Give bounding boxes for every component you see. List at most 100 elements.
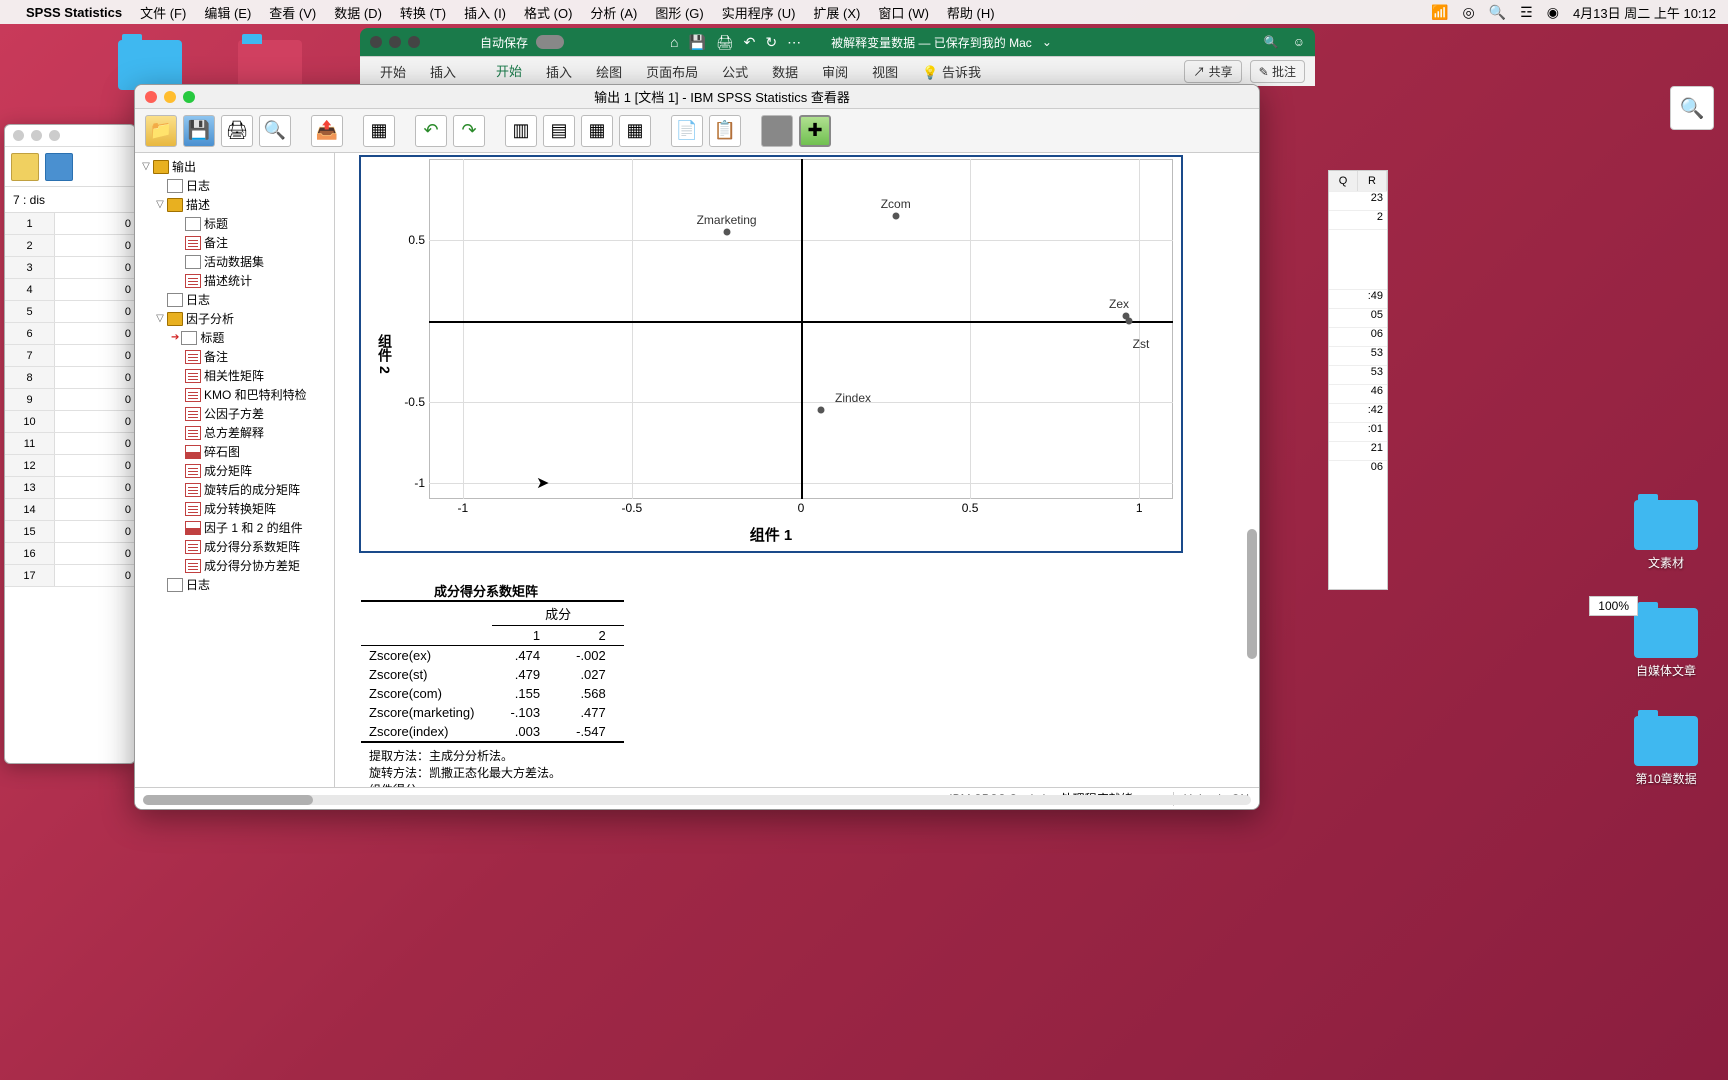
tree-root[interactable]: 输出 xyxy=(172,158,196,175)
user-icon[interactable]: ◎ xyxy=(1463,4,1475,21)
redo-button[interactable]: ↷ xyxy=(453,115,485,147)
menu-view[interactable]: 查看 (V) xyxy=(269,3,316,22)
cell[interactable]: 53 xyxy=(1329,366,1387,384)
tree-item[interactable]: 碎石图 xyxy=(204,443,240,460)
menu-format[interactable]: 格式 (O) xyxy=(524,3,572,22)
traffic-lights[interactable] xyxy=(370,36,420,48)
cell[interactable]: 06 xyxy=(1329,461,1387,479)
scrollbar-v[interactable] xyxy=(1247,173,1257,767)
smiley-icon[interactable]: ☺ xyxy=(1293,35,1305,49)
menu-insert[interactable]: 插入 (I) xyxy=(464,3,506,22)
tab-insert[interactable]: 插入 xyxy=(536,58,582,85)
open-icon[interactable] xyxy=(11,153,39,181)
tree-item[interactable]: 描述统计 xyxy=(204,272,252,289)
tree-item[interactable]: 总方差解释 xyxy=(204,424,264,441)
tree-item[interactable]: 备注 xyxy=(204,348,228,365)
redo-icon[interactable]: ↻ xyxy=(765,34,777,51)
dropdown-icon[interactable]: ⌄ xyxy=(1042,35,1052,49)
tell-me[interactable]: 💡 告诉我 xyxy=(912,58,991,85)
tab-draw[interactable]: 绘图 xyxy=(586,58,632,85)
output-content[interactable]: 组件 2 xyxy=(335,153,1259,787)
tree-log[interactable]: 日志 xyxy=(186,576,210,593)
tab-review[interactable]: 审阅 xyxy=(812,58,858,85)
share-button[interactable]: ↗ 共享 xyxy=(1184,60,1241,83)
search-icon[interactable]: 🔍 xyxy=(1489,4,1506,21)
tab-data[interactable]: 数据 xyxy=(762,58,808,85)
tree-item[interactable]: 标题 xyxy=(204,215,228,232)
tree-item[interactable]: 相关性矩阵 xyxy=(204,367,264,384)
tree-item[interactable]: 活动数据集 xyxy=(204,253,264,270)
cell[interactable]: 53 xyxy=(1329,347,1387,365)
print-button[interactable]: 🖨 xyxy=(221,115,253,147)
designate-button[interactable] xyxy=(761,115,793,147)
tree-log[interactable]: 日志 xyxy=(186,177,210,194)
data-grid[interactable]: 10 20 30 40 50 60 70 80 90 100 110 120 1… xyxy=(5,213,135,587)
excel-search-button[interactable]: 🔍 xyxy=(1670,86,1714,130)
tab-formulas[interactable]: 公式 xyxy=(712,58,758,85)
cell[interactable]: :49 xyxy=(1329,290,1387,308)
comment-button[interactable]: ✎ 批注 xyxy=(1250,60,1305,83)
menu-transform[interactable]: 转换 (T) xyxy=(400,3,446,22)
tab-layout[interactable]: 页面布局 xyxy=(636,58,708,85)
tree-item[interactable]: 备注 xyxy=(204,234,228,251)
wifi-icon[interactable]: 📶 xyxy=(1431,4,1448,21)
save-button[interactable]: 💾 xyxy=(183,115,215,147)
goto-button[interactable]: ▥ xyxy=(505,115,537,147)
col-header[interactable]: R xyxy=(1358,171,1387,191)
traffic-lights[interactable] xyxy=(5,125,135,147)
menu-window[interactable]: 窗口 (W) xyxy=(878,3,929,22)
control-center-icon[interactable]: ☲ xyxy=(1520,4,1533,21)
cell[interactable]: 46 xyxy=(1329,385,1387,403)
goto-case-button[interactable]: ▤ xyxy=(543,115,575,147)
menu-data[interactable]: 数据 (D) xyxy=(334,3,382,22)
undo-icon[interactable]: ↶ xyxy=(744,34,756,51)
variables-button[interactable]: ▦ xyxy=(581,115,613,147)
print-icon[interactable]: 🖨 xyxy=(716,34,734,51)
app-name[interactable]: SPSS Statistics xyxy=(26,5,122,20)
component-plot[interactable]: 组件 2 xyxy=(359,155,1183,553)
tree-item[interactable]: 成分得分系数矩阵 xyxy=(204,538,300,555)
menu-utilities[interactable]: 实用程序 (U) xyxy=(722,3,796,22)
autosave-toggle[interactable] xyxy=(536,35,564,49)
tab-home[interactable]: 开始 xyxy=(486,57,532,86)
tab-home-left[interactable]: 开始 xyxy=(370,58,416,85)
siri-icon[interactable]: ◉ xyxy=(1547,4,1559,21)
save-icon[interactable] xyxy=(45,153,73,181)
save-icon[interactable]: 💾 xyxy=(688,34,705,51)
cell[interactable]: 23 xyxy=(1329,192,1387,210)
clock[interactable]: 4月13日 周二 上午 10:12 xyxy=(1573,3,1716,22)
insert-button[interactable]: 📄 xyxy=(671,115,703,147)
menu-file[interactable]: 文件 (F) xyxy=(140,3,186,22)
tree-item[interactable]: 旋转后的成分矩阵 xyxy=(204,481,300,498)
tree-item[interactable]: 成分矩阵 xyxy=(204,462,252,479)
cell[interactable]: 06 xyxy=(1329,328,1387,346)
desktop-folder[interactable]: 文素材 xyxy=(1626,500,1706,571)
tree-desc[interactable]: 描述 xyxy=(186,196,210,213)
menu-analyze[interactable]: 分析 (A) xyxy=(590,3,637,22)
undo-button[interactable]: ↶ xyxy=(415,115,447,147)
traffic-lights[interactable] xyxy=(145,91,195,103)
more-icon[interactable]: ⋯ xyxy=(787,34,801,51)
tab-insert-left[interactable]: 插入 xyxy=(420,58,466,85)
menu-graphs[interactable]: 图形 (G) xyxy=(655,3,703,22)
desktop-folder[interactable]: 自媒体文章 xyxy=(1626,608,1706,679)
open-button[interactable]: 📁 xyxy=(145,115,177,147)
cell[interactable]: 21 xyxy=(1329,442,1387,460)
tree-item[interactable]: 成分得分协方差矩 xyxy=(204,557,300,574)
tree-factor[interactable]: 因子分析 xyxy=(186,310,234,327)
coef-score-table[interactable]: 成分得分系数矩阵 成分 12 Zscore(ex).474-.002 Zscor… xyxy=(361,581,1239,787)
col-header[interactable]: Q xyxy=(1329,171,1358,191)
menu-edit[interactable]: 编辑 (E) xyxy=(204,3,251,22)
menu-help[interactable]: 帮助 (H) xyxy=(947,3,995,22)
outline-tree[interactable]: ▽输出 日志 ▽描述 标题 备注 活动数据集 描述统计 日志 ▽因子分析 ➔标题… xyxy=(135,153,335,787)
tree-item[interactable]: 公因子方差 xyxy=(204,405,264,422)
desktop-folder[interactable]: 第10章数据 xyxy=(1626,716,1706,787)
tree-item[interactable]: 成分转换矩阵 xyxy=(204,500,276,517)
tree-item[interactable]: 因子 1 和 2 的组件 xyxy=(204,519,303,536)
cell[interactable]: :42 xyxy=(1329,404,1387,422)
excel-zoom[interactable]: 100% xyxy=(1589,596,1638,616)
tab-view[interactable]: 视图 xyxy=(862,58,908,85)
cell[interactable]: 2 xyxy=(1329,211,1387,229)
export-button[interactable]: 📤 xyxy=(311,115,343,147)
tree-item[interactable]: KMO 和巴特利特检 xyxy=(204,386,307,403)
